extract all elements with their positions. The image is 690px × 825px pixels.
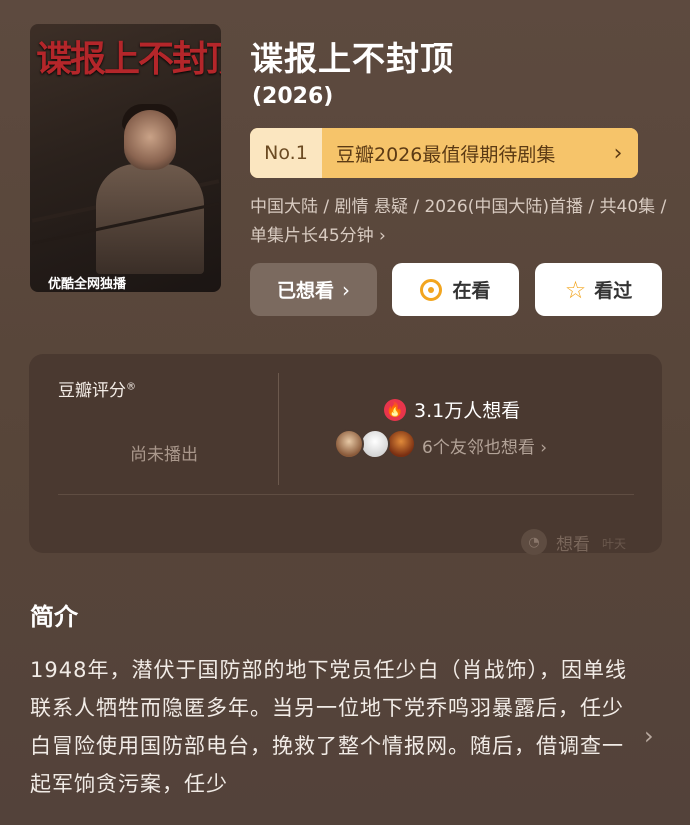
poster-figure-head (124, 110, 176, 170)
want-to-watch-label: 已想看 (276, 280, 334, 302)
watermark-logo-icon: ◔ (521, 529, 547, 555)
chevron-right-icon: › (598, 128, 638, 178)
intro-text[interactable]: 1948年，潜伏于国防部的地下党员任少白（肖战饰），因单线联系人牺牲而隐匿多年。… (30, 651, 630, 803)
target-icon (420, 278, 443, 301)
rating-status: 尚未播出 (130, 445, 198, 465)
wish-count: 3.1万人想看 (414, 400, 521, 422)
watched-label: 看过 (594, 280, 633, 302)
show-meta-info[interactable]: 中国大陆 / 剧情 悬疑 / 2026(中国大陆)首播 / 共40集 / 单集片… (250, 193, 670, 251)
poster-title-art: 谍报上不封顶 (36, 38, 221, 80)
rank-text: 豆瓣2026最值得期待剧集 (322, 128, 598, 178)
avatar (386, 429, 416, 459)
intro-heading: 简介 (30, 603, 78, 631)
watermark-sub: 叶天 (602, 537, 627, 551)
friends-want-link[interactable]: 6个友邻也想看 › (422, 433, 547, 458)
poster-image[interactable]: 谍报上不封顶 优酷全网独播 (30, 24, 221, 292)
watching-label: 在看 (452, 280, 491, 302)
fire-icon: 🔥 (384, 399, 406, 421)
chevron-right-icon[interactable]: › (644, 722, 654, 750)
watching-button[interactable]: 在看 (392, 263, 519, 316)
poster-platform-tag: 优酷全网独播 (48, 277, 127, 292)
watermark-text: 想看 (556, 535, 590, 555)
show-year: (2026) (252, 84, 334, 109)
card-divider (58, 494, 634, 495)
ranking-banner[interactable]: No.1 豆瓣2026最值得期待剧集 › (250, 128, 638, 178)
chevron-right-icon: › (342, 277, 350, 302)
star-icon: ☆ (564, 275, 587, 304)
registered-mark: ® (126, 381, 136, 393)
want-to-watch-button[interactable]: 已想看 › (250, 263, 377, 316)
watched-button[interactable]: ☆ 看过 (535, 263, 662, 316)
avatar (334, 429, 364, 459)
avatar (360, 429, 390, 459)
rank-number: No.1 (250, 128, 322, 178)
show-title: 谍报上不封顶 (250, 39, 454, 78)
rating-label: 豆瓣评分® (58, 381, 136, 401)
rating-divider (278, 373, 279, 485)
